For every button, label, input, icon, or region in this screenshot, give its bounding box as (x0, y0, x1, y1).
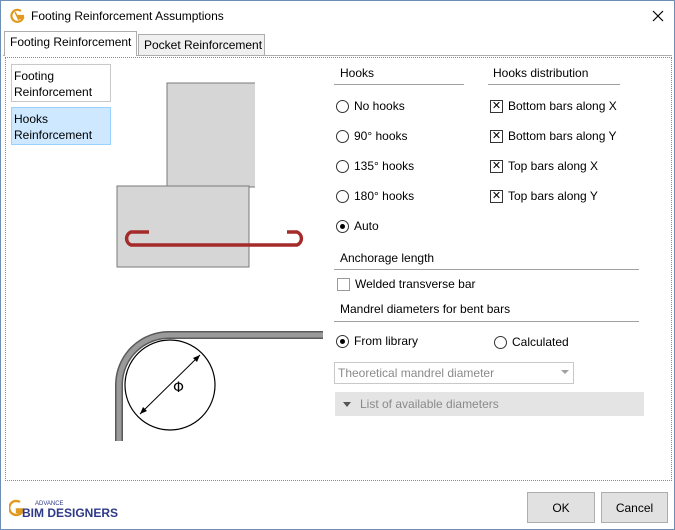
radio-label: 180° hooks (354, 189, 415, 203)
side-item-label: Hooks (14, 112, 49, 126)
rebar-bottom-bar (124, 230, 304, 247)
title-bar: Footing Reinforcement Assumptions (1, 1, 674, 31)
radio-circle (336, 334, 349, 348)
radio-circle (336, 99, 349, 113)
radio-label: Calculated (512, 335, 569, 349)
mandrel-drawing: Φ (115, 331, 323, 441)
checkbox-bottom-bars-y[interactable]: ✕ Bottom bars along Y (490, 129, 617, 143)
hooks-distribution-heading: Hooks distribution (493, 66, 589, 80)
radio-label: 135° hooks (354, 159, 415, 173)
radio-calculated[interactable]: Calculated (494, 335, 569, 349)
close-icon (652, 10, 664, 22)
radio-90-hooks[interactable]: 90° hooks (336, 129, 408, 143)
side-item-label: Reinforcement (14, 85, 93, 99)
mandrel-divider (334, 321, 639, 322)
available-diameters-expander[interactable]: List of available diameters (335, 392, 644, 416)
ok-label: OK (552, 500, 570, 515)
advance-bim-designers-logo: ADVANCE BIM DESIGNERS (9, 499, 118, 520)
checkbox-label: Bottom bars along X (508, 99, 617, 113)
radio-no-hooks[interactable]: No hooks (336, 99, 405, 113)
anchorage-heading: Anchorage length (340, 251, 435, 265)
ok-button[interactable]: OK (527, 492, 595, 523)
checkbox-box (337, 277, 350, 291)
logo-main-text: BIM DESIGNERS (22, 506, 118, 520)
checkbox-label: Bottom bars along Y (508, 129, 617, 143)
side-item-hooks-reinforcement[interactable]: Hooks Reinforcement (11, 107, 111, 145)
tab-footing-reinforcement[interactable]: Footing Reinforcement (4, 31, 137, 56)
window-title: Footing Reinforcement Assumptions (31, 9, 224, 23)
mandrel-diameter-dropdown[interactable]: Theoretical mandrel diameter (334, 362, 574, 384)
radio-180-hooks[interactable]: 180° hooks (336, 189, 414, 203)
checkbox-label: Top bars along Y (508, 189, 598, 203)
hooks-divider (334, 84, 464, 85)
check-mark-icon: ✕ (490, 159, 503, 173)
checkbox-bottom-bars-x[interactable]: ✕ Bottom bars along X (490, 99, 617, 113)
side-item-label: Footing (14, 69, 55, 83)
expander-label: List of available diameters (360, 397, 499, 411)
mandrel-heading: Mandrel diameters for bent bars (340, 302, 511, 316)
tab-label: Pocket Reinforcement (144, 38, 263, 52)
hooks-distribution-divider (488, 84, 620, 85)
radio-circle (494, 335, 507, 349)
radio-label: From library (354, 334, 419, 348)
dropdown-value: Theoretical mandrel diameter (338, 366, 495, 380)
checkbox-label: Welded transverse bar (355, 277, 476, 291)
cancel-label: Cancel (615, 500, 654, 515)
radio-circle (336, 159, 349, 173)
anchorage-divider (334, 269, 639, 270)
radio-label: 90° hooks (354, 129, 408, 143)
tab-pocket-reinforcement[interactable]: Pocket Reinforcement (138, 34, 265, 56)
side-item-label: Reinforcement (14, 128, 93, 142)
check-mark-icon: ✕ (490, 99, 503, 113)
radio-label: Auto (354, 219, 379, 233)
radio-circle (336, 189, 349, 203)
hooks-heading: Hooks (340, 66, 375, 80)
checkbox-top-bars-x[interactable]: ✕ Top bars along X (490, 159, 598, 173)
diameter-symbol: Φ (173, 380, 184, 396)
checkbox-label: Top bars along X (508, 159, 599, 173)
check-mark-icon: ✕ (490, 129, 503, 143)
dialog-window: Footing Reinforcement Assumptions Footin… (0, 0, 675, 530)
chevron-down-icon (561, 370, 569, 374)
tab-label: Footing Reinforcement (10, 35, 132, 49)
radio-circle (336, 129, 349, 143)
expand-triangle-icon (343, 401, 351, 407)
radio-label: No hooks (354, 99, 405, 113)
radio-circle (336, 219, 349, 233)
radio-auto[interactable]: Auto (336, 219, 379, 233)
footing-rebar-drawing (124, 230, 304, 247)
radio-135-hooks[interactable]: 135° hooks (336, 159, 414, 173)
checkbox-welded-transverse-bar[interactable]: Welded transverse bar (337, 277, 476, 291)
check-mark-icon: ✕ (490, 189, 503, 203)
side-item-footing-reinforcement[interactable]: Footing Reinforcement (11, 64, 111, 102)
checkbox-top-bars-y[interactable]: ✕ Top bars along Y (490, 189, 598, 203)
close-button[interactable] (641, 1, 675, 31)
app-logo-icon (10, 8, 25, 23)
cancel-button[interactable]: Cancel (601, 492, 668, 523)
radio-from-library[interactable]: From library (336, 334, 418, 348)
tab-strip: Footing Reinforcement Pocket Reinforceme… (1, 31, 674, 56)
